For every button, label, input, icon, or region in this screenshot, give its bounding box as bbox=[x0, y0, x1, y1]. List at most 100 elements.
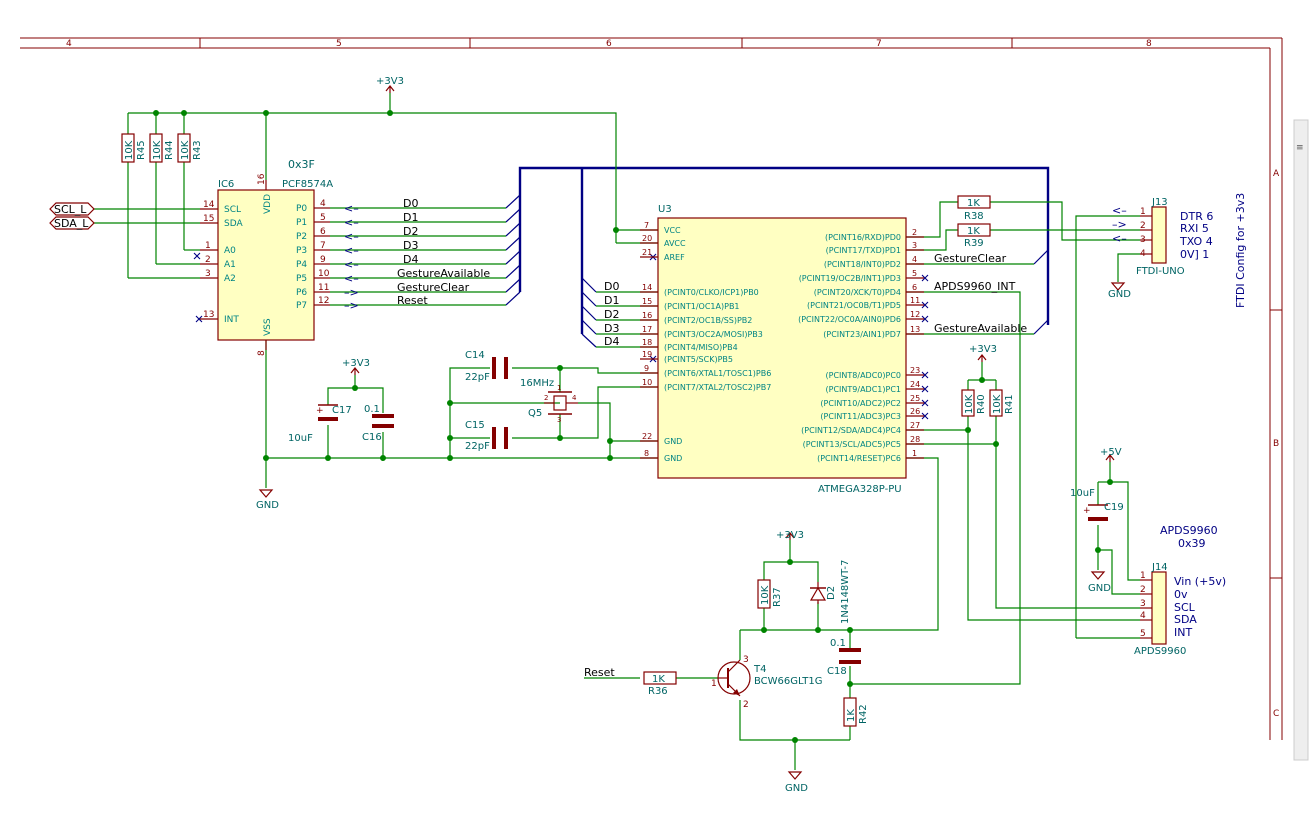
u3-pin-pd2: (PCINT18/INT0)PD2 bbox=[824, 260, 901, 269]
c17-ref: C17 bbox=[332, 405, 352, 416]
c14-ref: C14 bbox=[465, 350, 485, 361]
ic6-pin-4: 4 bbox=[320, 199, 326, 209]
net-gesture-clear-u3: GestureClear bbox=[934, 252, 1007, 265]
ic6-pin-7: 7 bbox=[320, 241, 326, 251]
u3-pin-22: 22 bbox=[642, 432, 652, 441]
net-gesture-available-ic6: GestureAvailable bbox=[397, 267, 490, 280]
j13-label-rxi: RXI 5 bbox=[1180, 222, 1209, 235]
r42-value: 1K bbox=[846, 709, 857, 722]
ic6-pin-15: 15 bbox=[203, 214, 214, 224]
u3-pin-pd7: (PCINT23/AIN1)PD7 bbox=[823, 330, 901, 339]
ic6-pin-10: 10 bbox=[318, 269, 330, 279]
ic6-arrow-6: –> bbox=[344, 286, 359, 299]
j14-label-vin: Vin (+5v) bbox=[1174, 575, 1226, 588]
ic6-pin-14: 14 bbox=[203, 200, 215, 210]
gnd-label-c19: GND bbox=[1088, 583, 1111, 594]
u3-pin-18: 18 bbox=[642, 338, 652, 347]
u3-pin-5: 5 bbox=[912, 269, 917, 278]
frame-row-a: A bbox=[1273, 169, 1280, 179]
c18: 0.1 C18 bbox=[827, 638, 861, 677]
t4-pin-1: 1 bbox=[711, 679, 717, 689]
ic6-pin-vdd: VDD bbox=[263, 194, 273, 214]
frame-col-8: 8 bbox=[1146, 39, 1152, 49]
ic6-pin-p3: P3 bbox=[296, 246, 307, 256]
v33-label-r40: +3V3 bbox=[969, 344, 997, 355]
ic6-pin-6: 6 bbox=[320, 227, 326, 237]
r42-ref: R42 bbox=[858, 704, 869, 724]
crystal-pin-1: 1 bbox=[557, 384, 561, 392]
j13-ref: J13 bbox=[1151, 197, 1168, 208]
u3-pin-24: 24 bbox=[910, 380, 920, 389]
d2-ref: D2 bbox=[826, 586, 837, 600]
j14-label-int: INT bbox=[1174, 626, 1192, 639]
net-d0-u3: D0 bbox=[604, 280, 619, 293]
r45-ref: R45 bbox=[136, 140, 147, 160]
transistor-t4: T4 BCW66GLT1G 1 2 3 bbox=[711, 655, 822, 710]
v33-label-c16: +3V3 bbox=[342, 358, 370, 369]
ic6-pin-9: 9 bbox=[320, 255, 326, 265]
ic6-arrow-7: –> bbox=[344, 299, 359, 312]
c15: C15 22pF bbox=[465, 420, 508, 452]
c15-ref: C15 bbox=[465, 420, 485, 431]
j14-value: APDS9960 bbox=[1134, 646, 1186, 657]
apds-address: 0x39 bbox=[1178, 537, 1206, 550]
u3-pin-20: 20 bbox=[642, 234, 652, 243]
j14-pin-2: 2 bbox=[1140, 585, 1146, 595]
ic6-pin-p6: P6 bbox=[296, 288, 307, 298]
r38-value: 1K bbox=[967, 198, 980, 209]
u3-pin-aref: AREF bbox=[664, 253, 685, 262]
u3-pin-14: 14 bbox=[642, 283, 652, 292]
c15-value: 22pF bbox=[465, 441, 490, 452]
u3-pin-27: 27 bbox=[910, 421, 920, 430]
c18-value: 0.1 bbox=[830, 638, 846, 649]
r41-value: 10K bbox=[992, 394, 1003, 414]
ic6-pin-2: 2 bbox=[205, 255, 211, 265]
u3-pin-11: 11 bbox=[910, 296, 920, 305]
ic6-arrow-1: <– bbox=[344, 216, 359, 229]
ftdi-config-note: FTDI Config for +3v3 bbox=[1234, 193, 1247, 308]
u3-pin-13: 13 bbox=[910, 325, 920, 334]
r45: 10K R45 bbox=[121, 133, 147, 163]
ic6-pin-p1: P1 bbox=[296, 218, 307, 228]
u3-pin-6: 6 bbox=[912, 283, 917, 292]
c19-value: 10uF bbox=[1070, 488, 1095, 499]
frame-row-c: C bbox=[1273, 709, 1279, 719]
gnd-label-ic6: GND bbox=[256, 500, 279, 511]
r36: 1K R36 bbox=[643, 671, 677, 697]
v33-label-r37: +3V3 bbox=[776, 530, 804, 541]
j14-label-0v: 0v bbox=[1174, 588, 1188, 601]
c16: 0.1 C16 bbox=[362, 404, 394, 443]
u3-pin-vcc: VCC bbox=[664, 226, 681, 235]
u3-pin-pb2: (PCINT2/OC1B/SS)PB2 bbox=[664, 316, 752, 325]
ic6-arrow-3: <– bbox=[344, 244, 359, 257]
hier-labels: SCL_L SDA_L bbox=[49, 202, 95, 230]
j13-arrow-1: <– bbox=[1112, 204, 1127, 217]
r39-value: 1K bbox=[967, 226, 980, 237]
net-d2-ic6: D2 bbox=[403, 225, 418, 238]
r43: 10K R43 bbox=[177, 133, 203, 163]
u3-pin-25: 25 bbox=[910, 394, 920, 403]
r40-value: 10K bbox=[964, 394, 975, 414]
ic6-pin-a1: A1 bbox=[224, 260, 236, 270]
t4-value: BCW66GLT1G bbox=[754, 676, 822, 687]
u3-pin-avcc: AVCC bbox=[664, 239, 686, 248]
u3-pin-pd3: (PCINT19/OC2B/INT1)PD3 bbox=[799, 274, 901, 283]
frame-col-6: 6 bbox=[606, 39, 612, 49]
u3-pin-pd4: (PCINT20/XCK/T0)PD4 bbox=[814, 288, 901, 297]
crystal-value: 16MHz bbox=[520, 378, 554, 389]
j14-pin-5: 5 bbox=[1140, 629, 1146, 639]
j13-label-0v: 0V] 1 bbox=[1180, 248, 1209, 261]
u3-pin-28: 28 bbox=[910, 435, 920, 444]
scl-l-label: SCL_L bbox=[54, 203, 87, 216]
ic6-arrow-4: <– bbox=[344, 258, 359, 271]
j14-pin-3: 3 bbox=[1140, 599, 1146, 609]
c19: + 10uF C19 bbox=[1070, 488, 1124, 521]
gnd-label-j13: GND bbox=[1108, 289, 1131, 300]
u3-pin-pd5: (PCINT21/OC0B/T1)PD5 bbox=[807, 301, 901, 310]
r37-ref: R37 bbox=[772, 587, 783, 607]
crystal-pin-2: 2 bbox=[544, 394, 548, 402]
ic6-pin-12: 12 bbox=[318, 296, 329, 306]
net-d3-u3: D3 bbox=[604, 322, 619, 335]
c16-value: 0.1 bbox=[364, 404, 380, 415]
ic6-address: 0x3F bbox=[288, 158, 315, 171]
